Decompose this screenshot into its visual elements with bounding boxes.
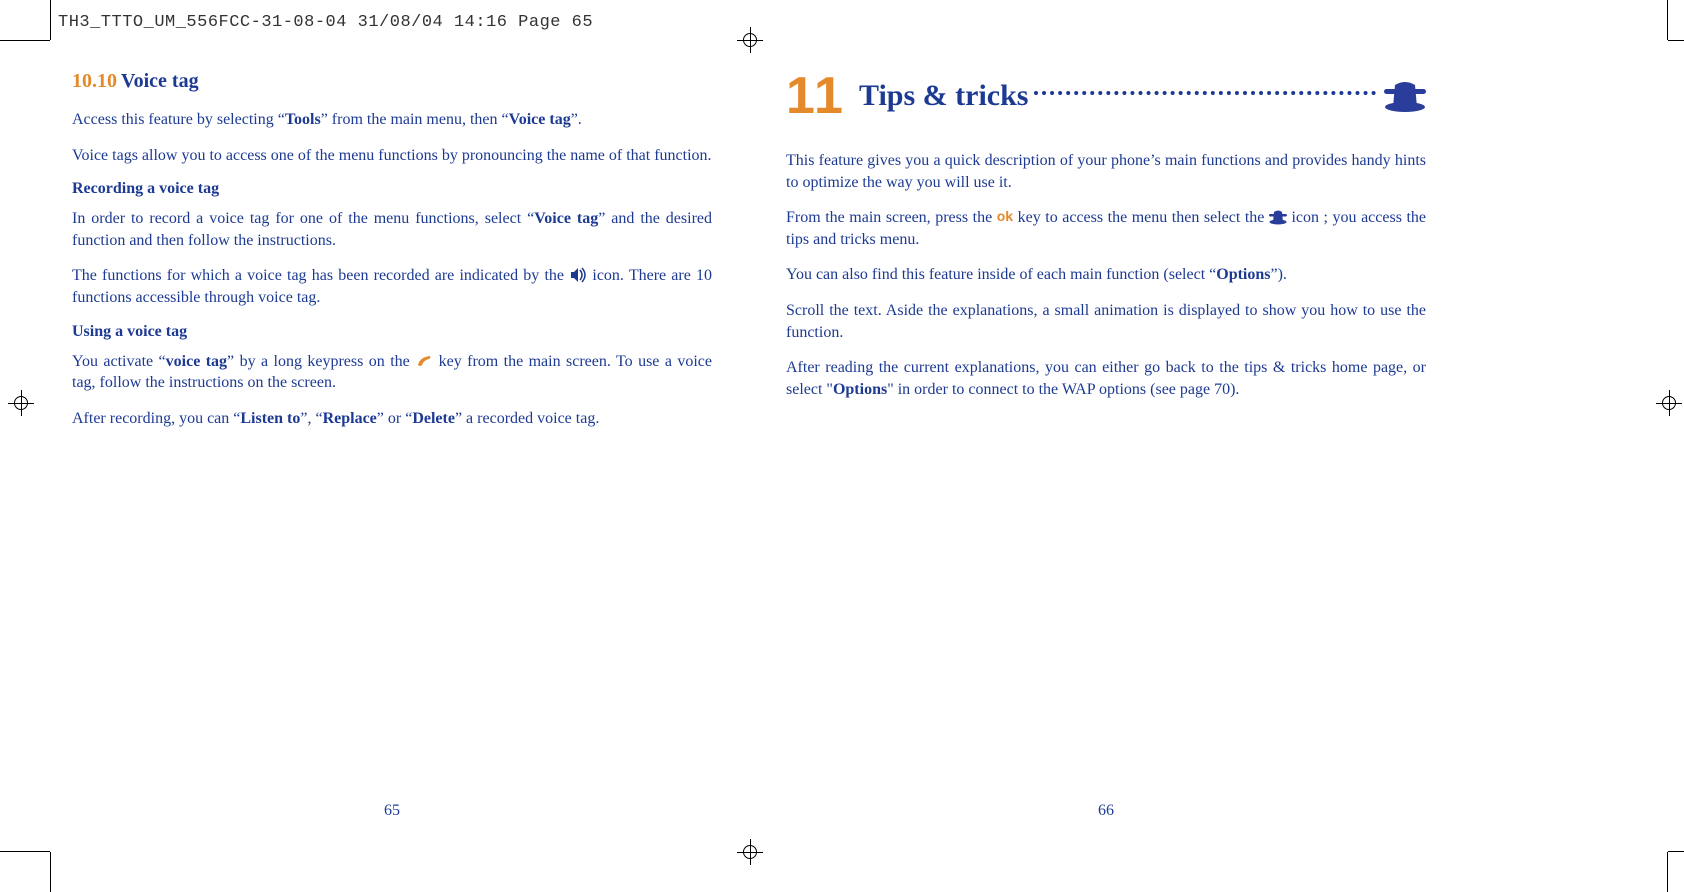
chapter-number: 11 xyxy=(786,70,845,122)
magic-hat-icon xyxy=(1384,79,1426,113)
paragraph: Scroll the text. Aside the explanations,… xyxy=(786,300,1426,343)
paragraph: You can also find this feature inside of… xyxy=(786,264,1426,286)
page-number: 66 xyxy=(786,802,1426,820)
registration-mark-icon xyxy=(8,390,34,416)
page-right: 11 Tips & tricks This feature gives you … xyxy=(786,60,1426,840)
registration-mark-icon xyxy=(1656,390,1682,416)
leader-dots xyxy=(1034,91,1376,95)
ok-key-icon: ok xyxy=(997,207,1013,226)
registration-mark-icon xyxy=(737,27,763,53)
crop-mark xyxy=(1668,851,1684,852)
prepress-header: TH3_TTTO_UM_556FCC-31-08-04 31/08/04 14:… xyxy=(58,13,593,32)
paragraph: After reading the current explanations, … xyxy=(786,357,1426,400)
sub-heading: Recording a voice tag xyxy=(72,180,712,198)
paragraph: Access this feature by selecting “Tools”… xyxy=(72,109,712,131)
crop-mark xyxy=(50,852,51,892)
phone-key-icon xyxy=(415,353,433,369)
crop-mark xyxy=(1668,40,1684,41)
section-number: 10.10 xyxy=(72,70,117,92)
chapter-heading: 11 Tips & tricks xyxy=(786,70,1426,122)
registration-mark-icon xyxy=(737,839,763,865)
page-number: 65 xyxy=(72,802,712,820)
crop-mark xyxy=(1667,0,1668,40)
crop-mark xyxy=(0,851,50,852)
chapter-title: Tips & tricks xyxy=(859,79,1028,113)
section-title-text: Voice tag xyxy=(121,70,199,92)
sub-heading: Using a voice tag xyxy=(72,323,712,341)
paragraph: In order to record a voice tag for one o… xyxy=(72,208,712,251)
crop-mark xyxy=(1667,852,1668,892)
section-heading: 10.10Voice tag xyxy=(72,70,712,93)
magic-hat-small-icon xyxy=(1269,209,1287,225)
paragraph: This feature gives you a quick descripti… xyxy=(786,150,1426,193)
paragraph: Voice tags allow you to access one of th… xyxy=(72,145,712,167)
crop-mark xyxy=(0,40,50,41)
crop-mark xyxy=(50,0,51,40)
paragraph: The functions for which a voice tag has … xyxy=(72,265,712,308)
speaker-icon xyxy=(569,267,587,283)
paragraph: From the main screen, press the ok key t… xyxy=(786,207,1426,250)
page-left: 10.10Voice tag Access this feature by se… xyxy=(72,60,712,840)
paragraph: After recording, you can “Listen to”, “R… xyxy=(72,408,712,430)
paragraph: You activate “voice tag” by a long keypr… xyxy=(72,351,712,394)
